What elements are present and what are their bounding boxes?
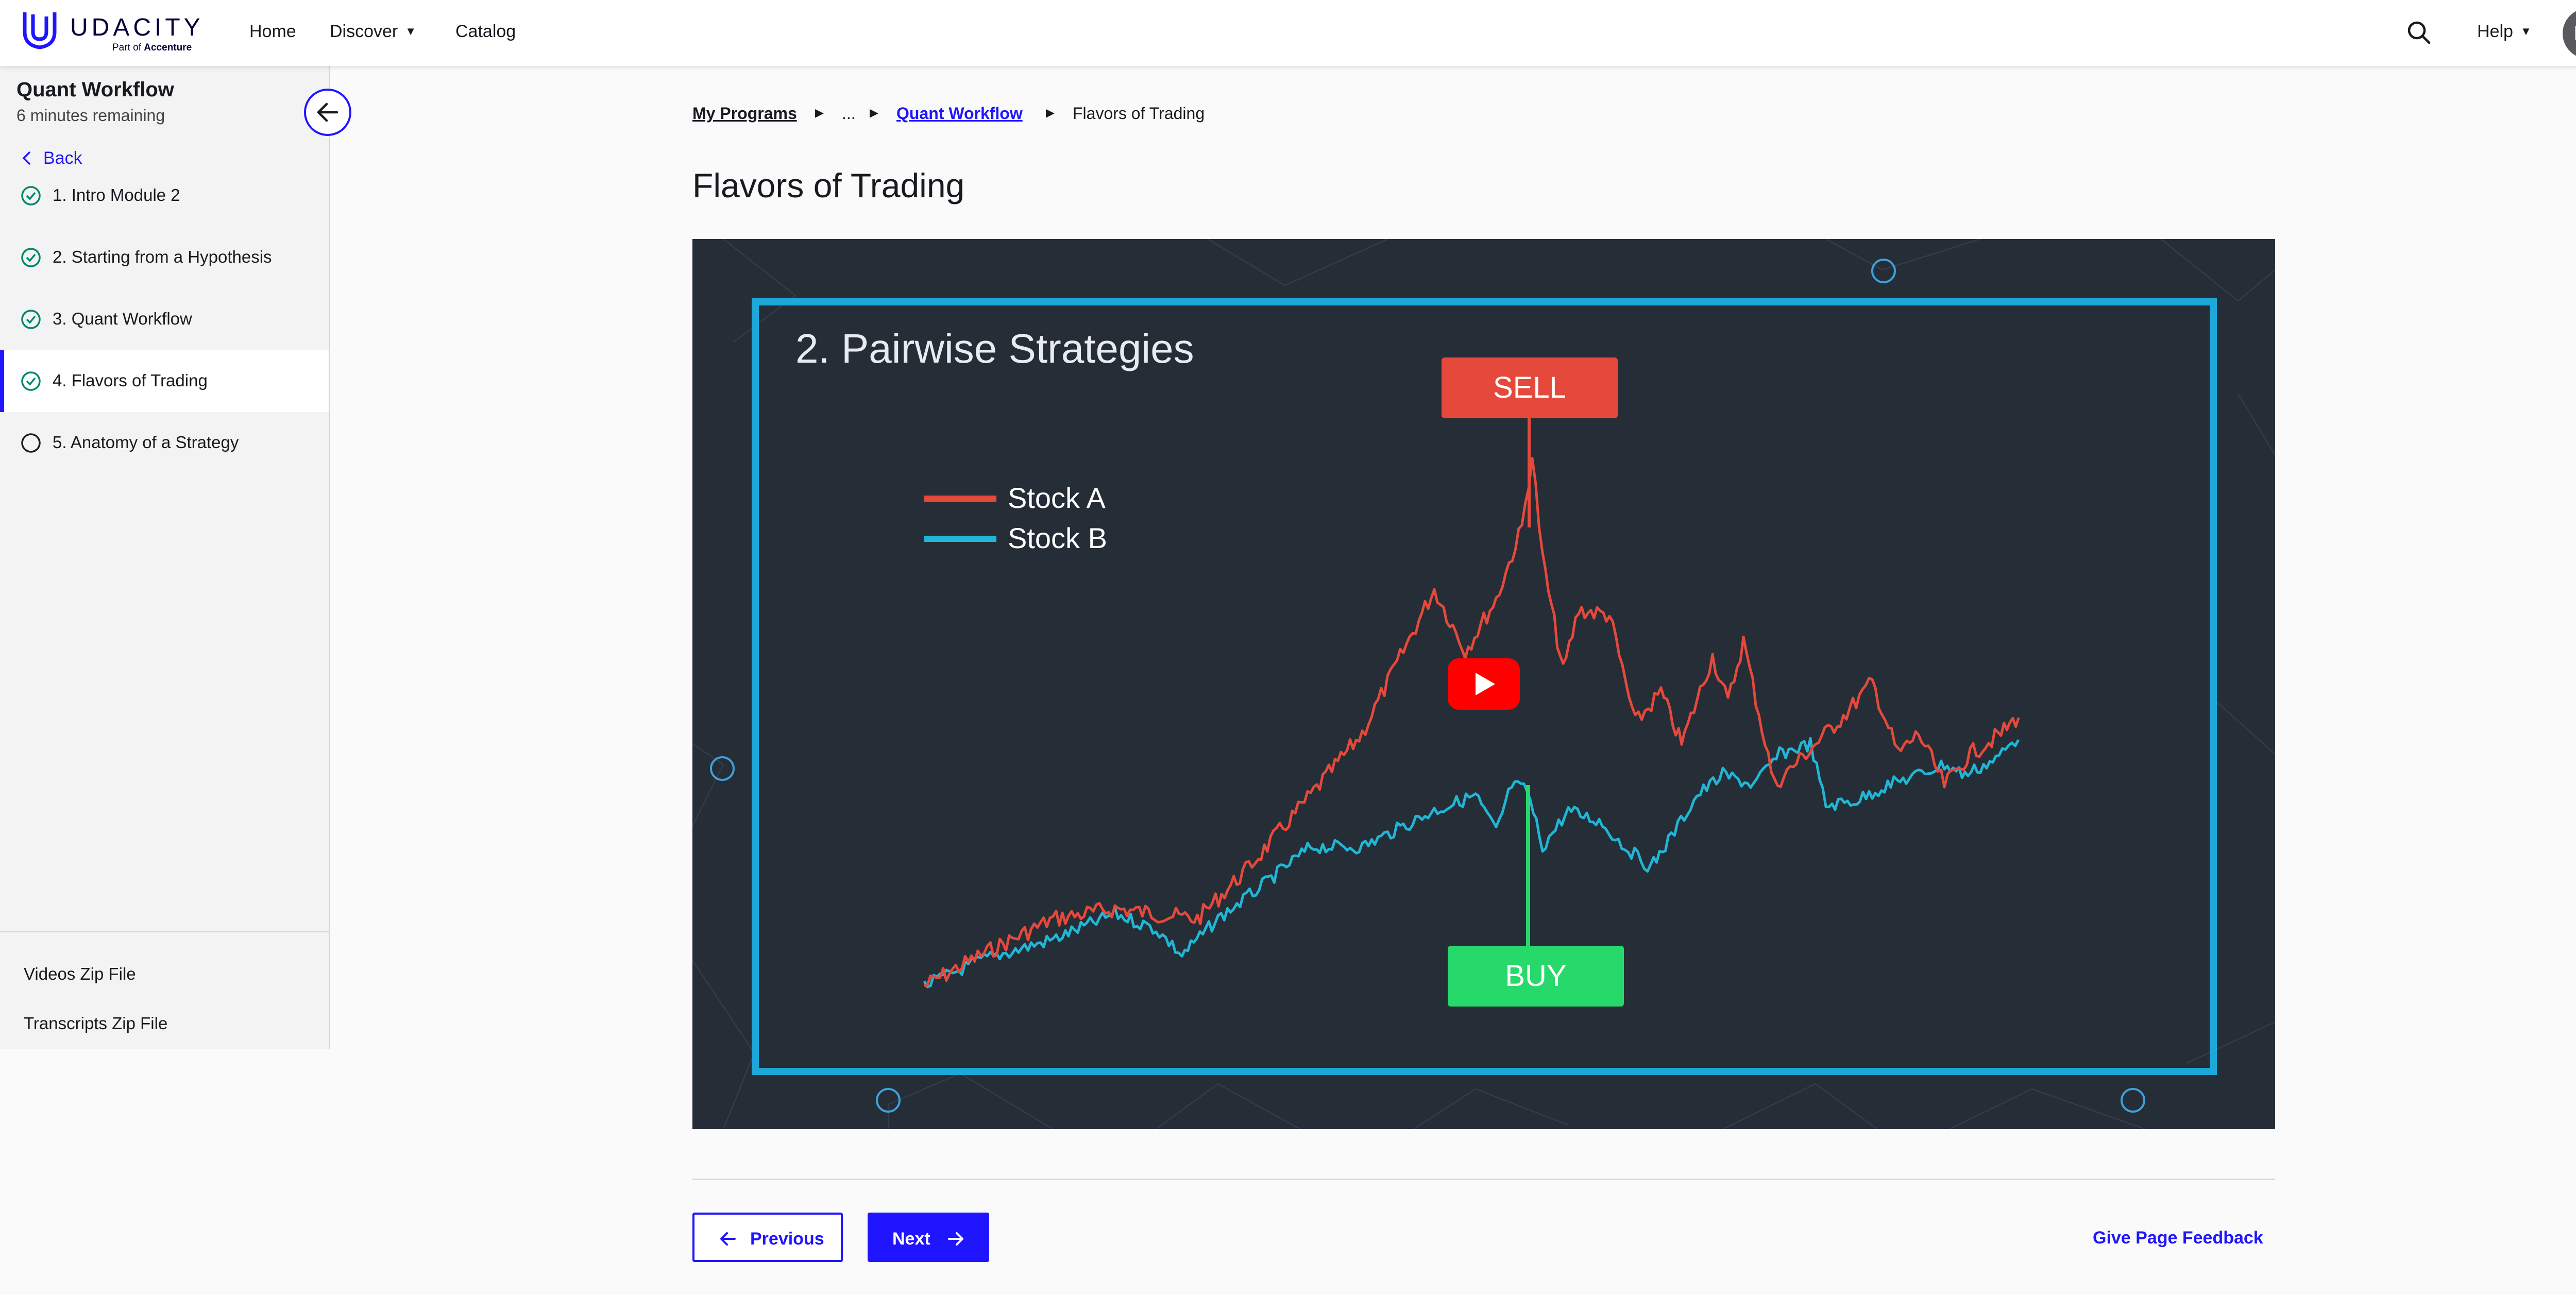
lesson-sidebar: Quant Workflow 6 minutes remaining Back …	[0, 66, 351, 1049]
breadcrumb-ellipsis[interactable]: ...	[842, 104, 856, 123]
video-player[interactable]: 2. Pairwise Strategies Stock A Stock B S…	[692, 239, 2275, 1129]
check-circle-icon	[21, 248, 41, 267]
udacity-logo[interactable]: UDACITY Part of Accenture	[22, 8, 207, 58]
empty-circle-icon	[21, 433, 41, 453]
sidebar-item-starting-from-hypothesis[interactable]: 2. Starting from a Hypothesis	[0, 227, 329, 288]
nav-home-link[interactable]: Home	[249, 22, 296, 42]
logo-wordmark: UDACITY	[70, 14, 204, 41]
next-button[interactable]: Next	[868, 1213, 989, 1262]
sidebar-item-label: 2. Starting from a Hypothesis	[53, 247, 272, 266]
transcripts-zip-link[interactable]: Transcripts Zip File	[24, 1014, 167, 1033]
check-circle-icon	[21, 371, 41, 391]
user-avatar[interactable]: HC	[2563, 8, 2576, 59]
arrow-left-icon	[317, 103, 338, 122]
search-icon[interactable]	[2407, 21, 2431, 44]
breadcrumb-my-programs[interactable]: My Programs	[692, 104, 797, 123]
sidebar-divider	[0, 931, 329, 932]
videos-zip-link[interactable]: Videos Zip File	[24, 964, 136, 984]
nav-discover-link[interactable]: Discover ▼	[330, 22, 416, 42]
previous-button[interactable]: Previous	[692, 1213, 843, 1262]
sidebar-item-label: 3. Quant Workflow	[53, 309, 192, 328]
sell-label: SELL	[1493, 371, 1566, 404]
arrow-right-icon	[948, 1232, 963, 1246]
arrow-left-icon	[720, 1232, 736, 1246]
chevron-down-icon: ▼	[2520, 25, 2532, 38]
legend-label-stock-a: Stock A	[1008, 482, 1106, 514]
check-circle-icon	[21, 310, 41, 329]
top-navigation: UDACITY Part of Accenture Home Discover ▼…	[0, 0, 2576, 66]
content-divider	[692, 1179, 2275, 1180]
breadcrumb-current: Flavors of Trading	[1073, 104, 1205, 123]
sidebar-item-anatomy-of-strategy[interactable]: 5. Anatomy of a Strategy	[0, 412, 329, 474]
play-button[interactable]	[1448, 658, 1520, 710]
breadcrumb-separator-icon: ▶	[870, 106, 878, 119]
sidebar-item-label: 5. Anatomy of a Strategy	[53, 433, 239, 452]
sidebar-item-label: 4. Flavors of Trading	[53, 371, 208, 390]
udacity-logo-icon	[23, 12, 57, 49]
buy-label: BUY	[1505, 959, 1566, 993]
breadcrumb-separator-icon: ▶	[815, 106, 824, 119]
chevron-left-icon	[22, 151, 31, 165]
sidebar-item-flavors-of-trading[interactable]: 4. Flavors of Trading	[0, 350, 329, 412]
give-feedback-link[interactable]: Give Page Feedback	[2093, 1228, 2263, 1248]
sidebar-item-intro-module-2[interactable]: 1. Intro Module 2	[0, 165, 329, 227]
legend-label-stock-b: Stock B	[1008, 522, 1107, 554]
collapse-sidebar-button[interactable]	[304, 89, 351, 136]
breadcrumb-quant-workflow[interactable]: Quant Workflow	[896, 104, 1023, 123]
nav-catalog-link[interactable]: Catalog	[455, 22, 516, 42]
logo-subtitle: Part of Accenture	[112, 42, 192, 53]
time-remaining: 6 minutes remaining	[16, 106, 165, 125]
check-circle-icon	[21, 186, 41, 206]
breadcrumb-separator-icon: ▶	[1046, 106, 1055, 119]
help-menu[interactable]: Help ▼	[2477, 22, 2532, 42]
sidebar-item-quant-workflow[interactable]: 3. Quant Workflow	[0, 288, 329, 350]
lesson-title: Quant Workflow	[16, 78, 174, 101]
sidebar-item-label: 1. Intro Module 2	[53, 185, 180, 205]
page-title: Flavors of Trading	[692, 166, 965, 205]
chevron-down-icon: ▼	[405, 25, 417, 38]
slide-title: 2. Pairwise Strategies	[795, 326, 1194, 371]
